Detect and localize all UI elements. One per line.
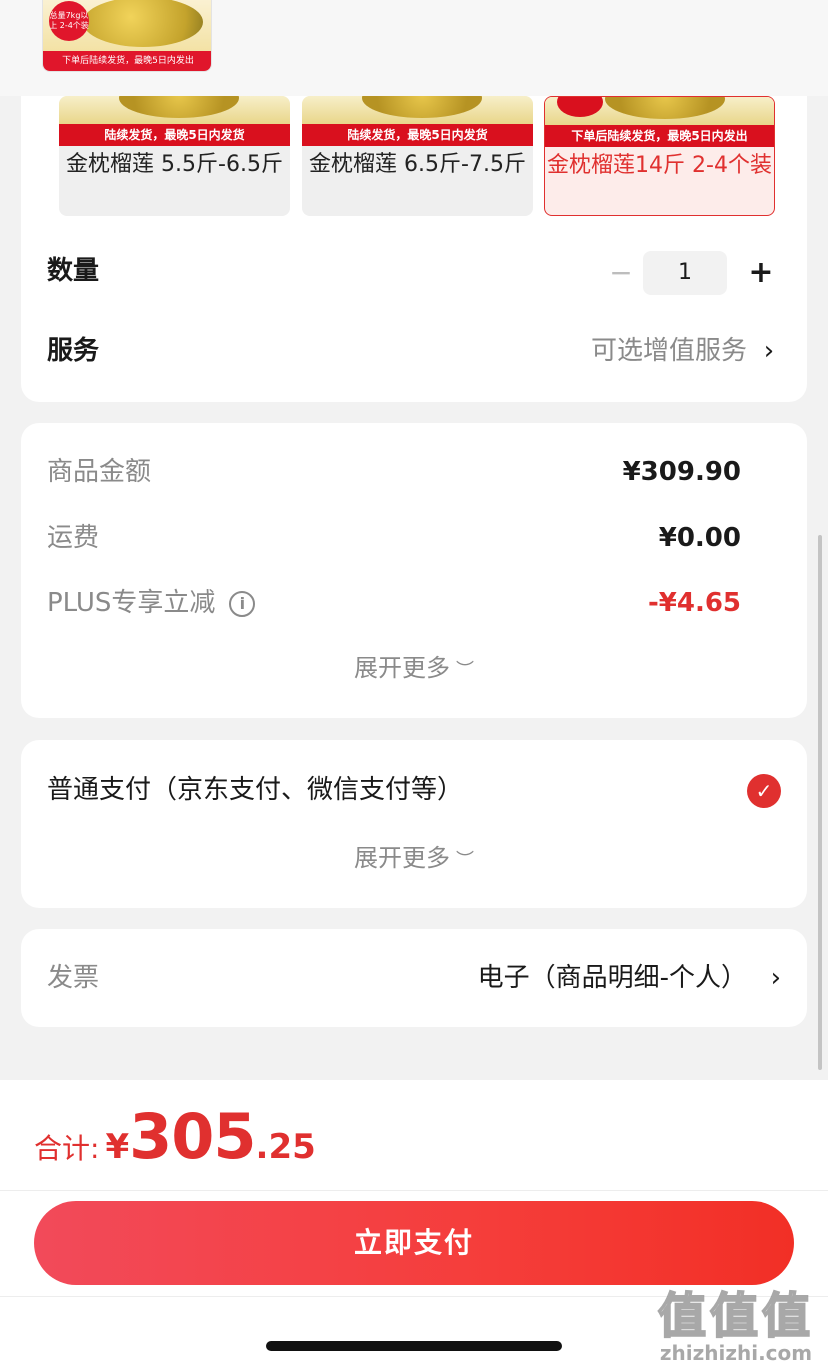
sku-title: 金枕榴莲 6.5斤-7.5斤 [309,152,526,177]
quantity-row: 数量 − 1 + [47,251,781,295]
durian-image [83,0,203,47]
sku-option-3-selected[interactable]: 下单后陆续发货，最晚5日内发出 金枕榴莲14斤 2-4个装 [544,96,775,216]
sku-title: 金枕榴莲14斤 2-4个装 [547,153,772,178]
check-icon[interactable]: ✓ [747,774,781,808]
quantity-input[interactable]: 1 [643,251,727,295]
invoice-card[interactable]: 发票 电子（商品明细-个人） › [21,929,807,1027]
service-row[interactable]: 服务 可选增值服务 › [47,331,781,371]
service-value: 可选增值服务 [590,336,747,366]
home-indicator[interactable] [266,1341,562,1351]
shipping-value: ¥0.00 [658,523,741,553]
info-icon[interactable]: i [229,590,256,617]
invoice-value: 电子（商品明细-个人） [477,963,747,993]
watermark-url: zhizhizhi.com [659,1341,813,1365]
total-integer: 305 [129,1100,256,1173]
sku-banner: 下单后陆续发货，最晚5日内发出 [545,125,774,147]
sku-option-2[interactable]: 陆续发货，最晚5日内发货 金枕榴莲 6.5斤-7.5斤 [302,96,533,216]
shipping-label: 运费 [47,523,100,553]
increase-button[interactable]: + [741,251,781,295]
watermark: 值值值 zhizhizhi.com [657,1288,814,1365]
chevron-down-icon: ︶ [456,660,474,681]
sku-banner: 陆续发货，最晚5日内发货 [59,124,290,146]
plus-discount-label: PLUS专享立减 [47,588,216,618]
divider [0,1190,828,1191]
subtotal-label: 商品金额 [47,457,152,487]
price-row-subtotal: 商品金额 ¥309.90 [47,452,741,492]
chevron-right-icon: › [763,336,775,366]
total-label: 合计: [34,1132,100,1165]
product-thumbnail[interactable]: 总量7kg以上 2-4个装 下单后陆续发货，最晚5日内发出 [42,0,212,72]
payment-method-label[interactable]: 普通支付（京东支付、微信支付等） [47,770,463,810]
sku-banner: 陆续发货，最晚5日内发货 [302,124,533,146]
sku-title: 金枕榴莲 5.5斤-6.5斤 [66,152,283,177]
sku-image [302,96,533,124]
decrease-button[interactable]: − [601,251,641,295]
sku-image [59,96,290,124]
total-currency: ¥ [105,1127,130,1167]
thumbnail-strip: 下单后陆续发货，最晚5日内发出 [43,51,211,71]
service-label: 服务 [47,336,100,366]
plus-discount-label-wrap: PLUS专享立减 i [47,583,256,623]
price-card: 商品金额 ¥309.90 运费 ¥0.00 PLUS专享立减 i -¥4.65 展… [21,423,807,718]
scrollbar[interactable] [818,535,822,1070]
invoice-label: 发票 [47,963,100,993]
expand-label: 展开更多 [354,654,450,682]
total-decimal: .25 [255,1127,316,1167]
chevron-right-icon: › [770,963,781,993]
chevron-down-icon: ︶ [456,850,474,871]
price-row-plus-discount: PLUS专享立减 i -¥4.65 [47,583,741,623]
quantity-stepper: − 1 + [601,251,781,295]
subtotal-value: ¥309.90 [622,457,741,487]
price-row-shipping: 运费 ¥0.00 [47,518,741,558]
payment-card: 普通支付（京东支付、微信支付等） ✓ 展开更多 ︶ [21,740,807,908]
pay-now-button[interactable]: 立即支付 [34,1201,794,1285]
total-price: 合计: ¥305.25 [34,1100,316,1173]
quantity-label: 数量 [47,256,100,286]
price-expand-more[interactable]: 展开更多 ︶ [21,650,807,689]
top-header: 总量7kg以上 2-4个装 下单后陆续发货，最晚5日内发出 [0,0,828,96]
expand-label: 展开更多 [354,844,450,872]
payment-expand-more[interactable]: 展开更多 ︶ [21,840,807,879]
thumbnail-badge: 总量7kg以上 2-4个装 [49,1,89,41]
watermark-logo: 值值值 [657,1288,814,1344]
sku-option-1[interactable]: 陆续发货，最晚5日内发货 金枕榴莲 5.5斤-6.5斤 [59,96,290,216]
options-card: 陆续发货，最晚5日内发货 金枕榴莲 5.5斤-6.5斤 陆续发货，最晚5日内发货… [21,60,807,402]
plus-discount-value: -¥4.65 [647,588,741,618]
